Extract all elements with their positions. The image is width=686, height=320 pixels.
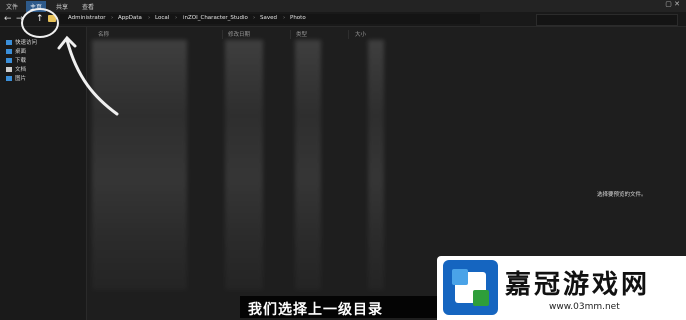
pictures-icon [6,75,12,81]
breadcrumb-administrator[interactable]: Administrator [68,15,106,21]
watermark: 嘉冠游戏网 www.03mm.net [437,256,686,320]
annotation-circle [21,8,59,38]
sidebar-item-documents[interactable]: 文档 [6,65,26,73]
sidebar-item-label: 下载 [15,58,27,64]
column-header-date[interactable]: 修改日期 [228,30,250,38]
video-subtitle: 我们选择上一级目录 [248,302,383,318]
window-controls[interactable]: ▢ ✕ [665,0,680,8]
search-input[interactable] [536,14,678,26]
watermark-url: www.03mm.net [549,302,620,312]
column-divider [222,30,223,39]
breadcrumb-separator: › [283,15,286,21]
breadcrumb-appdata[interactable]: AppData [118,15,142,21]
star-icon [6,39,12,45]
breadcrumb-local[interactable]: Local [155,15,169,21]
annotation-arrow [57,35,119,116]
column-header-type[interactable]: 类型 [296,30,307,38]
sidebar-item-desktop[interactable]: 桌面 [6,47,26,55]
column-header-size[interactable]: 大小 [355,30,366,38]
sidebar-item-label: 图片 [15,76,27,82]
tab-file[interactable]: 文件 [2,1,22,12]
breadcrumb-separator: › [175,15,178,21]
breadcrumb-separator: › [111,15,114,21]
sidebar-item-pictures[interactable]: 图片 [6,74,26,82]
sidebar-item-downloads[interactable]: 下载 [6,56,26,64]
watermark-title: 嘉冠游戏网 [505,270,651,300]
download-icon [6,57,12,63]
breadcrumb-separator: › [148,15,151,21]
preview-pane-message: 选择要预览的文件。 [597,192,647,198]
sidebar-item-label: 文档 [15,67,27,73]
tab-view[interactable]: 查看 [78,1,98,12]
document-icon [6,66,12,72]
blurred-file-dates [225,40,263,290]
sidebar-item-label: 快速访问 [15,40,38,46]
column-divider [290,30,291,39]
column-divider [348,30,349,39]
sidebar-item-quick-access[interactable]: 快速访问 [6,38,37,46]
breadcrumb-photo[interactable]: Photo [290,15,306,21]
desktop-icon [6,48,12,54]
site-logo [443,260,498,315]
address-bar: ← → ↑ Administrator › AppData › Local › … [0,12,686,27]
ribbon-bar: 文件 主页 共享 查看 ▢ ✕ [0,0,686,12]
back-button[interactable]: ← [4,13,12,25]
sidebar-item-label: 桌面 [15,49,27,55]
breadcrumb-inzoi[interactable]: inZOI_Character_Studio [183,15,248,21]
tab-share[interactable]: 共享 [52,1,72,12]
breadcrumb-separator: › [253,15,256,21]
blurred-file-types [295,40,321,290]
breadcrumb-saved[interactable]: Saved [260,15,277,21]
blurred-file-sizes [368,40,384,290]
